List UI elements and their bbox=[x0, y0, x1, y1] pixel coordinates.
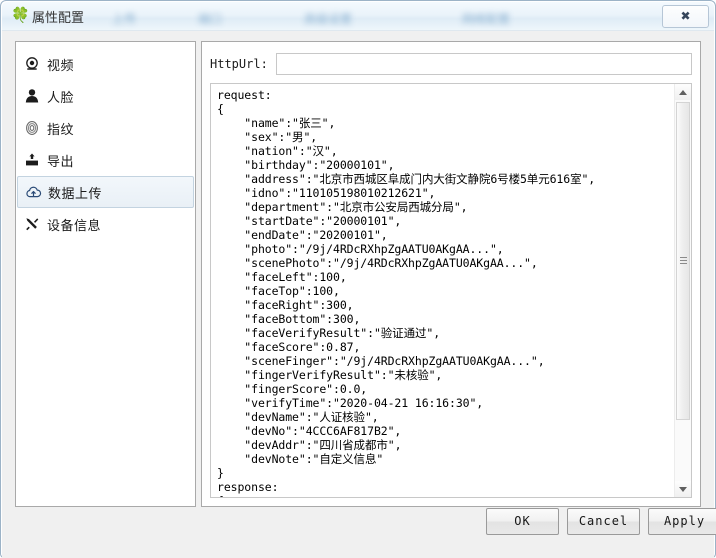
data-upload-panel: HttpUrl: request:{ "name":"张三", "sex":"男… bbox=[201, 41, 701, 507]
obscured-title-label-4: 网络配置 bbox=[462, 12, 511, 26]
fingerprint-icon bbox=[17, 120, 47, 136]
sidebar: 视频 人脸 指纹 导出 数据上传 设备信息 bbox=[15, 41, 196, 507]
scroll-up-arrow-icon[interactable] bbox=[675, 84, 691, 100]
obscured-title-label-1: 上传 bbox=[112, 12, 137, 26]
code-line: "department":"北京市公安局西城分局", bbox=[217, 200, 468, 214]
face-icon bbox=[17, 88, 47, 104]
camera-icon bbox=[17, 56, 47, 72]
code-line: "name":"张三", bbox=[217, 116, 336, 130]
sidebar-item-label: 视频 bbox=[47, 58, 75, 74]
code-line: "devAddr":"四川省成都市", bbox=[217, 438, 402, 452]
sidebar-item-export[interactable]: 导出 bbox=[17, 144, 194, 176]
apply-button[interactable]: Apply bbox=[648, 508, 716, 535]
obscured-title-label-3: 高级设置 bbox=[304, 12, 353, 26]
code-line: "photo":"/9j/4RDcRXhpZgAATU0AKgAA...", bbox=[217, 242, 504, 256]
sidebar-item-face[interactable]: 人脸 bbox=[17, 80, 194, 112]
ok-button[interactable]: OK bbox=[486, 508, 559, 535]
title-bar: 🍀 属性配置 上传 端口 高级设置 网络配置 ✖ bbox=[2, 2, 714, 30]
dialog-footer: OK Cancel Apply bbox=[2, 508, 716, 540]
code-line: "fingerVerifyResult":"未核验", bbox=[217, 368, 443, 382]
scrollbar-thumb[interactable] bbox=[676, 102, 690, 420]
window-title: 属性配置 bbox=[32, 11, 85, 26]
code-line: request: bbox=[217, 88, 272, 102]
property-config-window: 🍀 属性配置 上传 端口 高级设置 网络配置 ✖ 视频 人脸 指纹 导出 数据上… bbox=[0, 0, 716, 558]
vertical-scrollbar[interactable] bbox=[674, 84, 691, 497]
cancel-button[interactable]: Cancel bbox=[567, 508, 640, 535]
code-line: "devNote":"自定义信息" bbox=[217, 452, 384, 466]
sidebar-item-label: 导出 bbox=[47, 154, 75, 170]
code-line: "sex":"男", bbox=[217, 130, 318, 144]
code-line: "faceTop":100, bbox=[217, 284, 340, 298]
code-line: "scenePhoto":"/9j/4RDcRXhpZgAATU0AKgAA..… bbox=[217, 256, 538, 270]
code-line: "idno":"110105198010212621", bbox=[217, 186, 436, 200]
code-line: "startDate":"20000101", bbox=[217, 214, 402, 228]
scroll-down-arrow-icon[interactable] bbox=[675, 481, 691, 497]
code-line: "birthday":"20000101", bbox=[217, 158, 395, 172]
code-line: response: bbox=[217, 480, 279, 494]
sidebar-item-label: 指纹 bbox=[47, 122, 75, 138]
tools-icon bbox=[17, 216, 47, 232]
code-line: "faceBottom":300, bbox=[217, 312, 361, 326]
http-url-label: HttpUrl: bbox=[210, 57, 268, 71]
sidebar-item-fingerprint[interactable]: 指纹 bbox=[17, 112, 194, 144]
sidebar-item-label: 设备信息 bbox=[47, 218, 102, 234]
code-line: "address":"北京市西城区阜成门内大街文静院6号楼5单元616室", bbox=[217, 172, 596, 186]
code-line: "faceRight":300, bbox=[217, 298, 354, 312]
sidebar-item-device-info[interactable]: 设备信息 bbox=[17, 208, 194, 240]
scrollbar-grip-icon bbox=[680, 257, 687, 266]
code-line: "nation":"汉", bbox=[217, 144, 338, 158]
sidebar-item-label: 人脸 bbox=[47, 90, 75, 106]
sidebar-item-video[interactable]: 视频 bbox=[17, 48, 194, 80]
sidebar-item-data-upload[interactable]: 数据上传 bbox=[17, 176, 194, 208]
code-line: "verifyTime":"2020-04-21 16:16:30", bbox=[217, 396, 484, 410]
code-line: "endDate":"20200101", bbox=[217, 228, 388, 242]
code-line: "devName":"人证核验", bbox=[217, 410, 379, 424]
http-url-input[interactable] bbox=[275, 53, 692, 75]
code-line: { bbox=[217, 494, 676, 497]
code-line: "faceScore":0.87, bbox=[217, 340, 361, 354]
code-line: } bbox=[217, 466, 224, 480]
code-line: "fingerScore":0.0, bbox=[217, 382, 368, 396]
code-line: { bbox=[217, 102, 224, 116]
obscured-title-label-2: 端口 bbox=[198, 12, 223, 26]
request-response-textarea[interactable]: request:{ "name":"张三", "sex":"男", "natio… bbox=[210, 83, 692, 498]
code-content: request:{ "name":"张三", "sex":"男", "natio… bbox=[211, 84, 676, 497]
code-line: "sceneFinger":"/9j/4RDcRXhpZgAATU0AKgAA.… bbox=[217, 354, 545, 368]
sidebar-item-label: 数据上传 bbox=[48, 186, 103, 202]
export-icon bbox=[17, 152, 47, 168]
close-icon: ✖ bbox=[680, 9, 691, 23]
cloud-upload-icon bbox=[18, 184, 48, 201]
dialog-client-area: 视频 人脸 指纹 导出 数据上传 设备信息 HttpUrl: request: … bbox=[2, 30, 716, 558]
code-line: "faceLeft":100, bbox=[217, 270, 347, 284]
close-button[interactable]: ✖ bbox=[662, 5, 709, 28]
code-line: "devNo":"4CCC6AF817B2", bbox=[217, 424, 402, 438]
code-line: "faceVerifyResult":"验证通过", bbox=[217, 326, 441, 340]
clover-icon: 🍀 bbox=[11, 7, 30, 24]
http-url-row: HttpUrl: bbox=[210, 52, 692, 76]
